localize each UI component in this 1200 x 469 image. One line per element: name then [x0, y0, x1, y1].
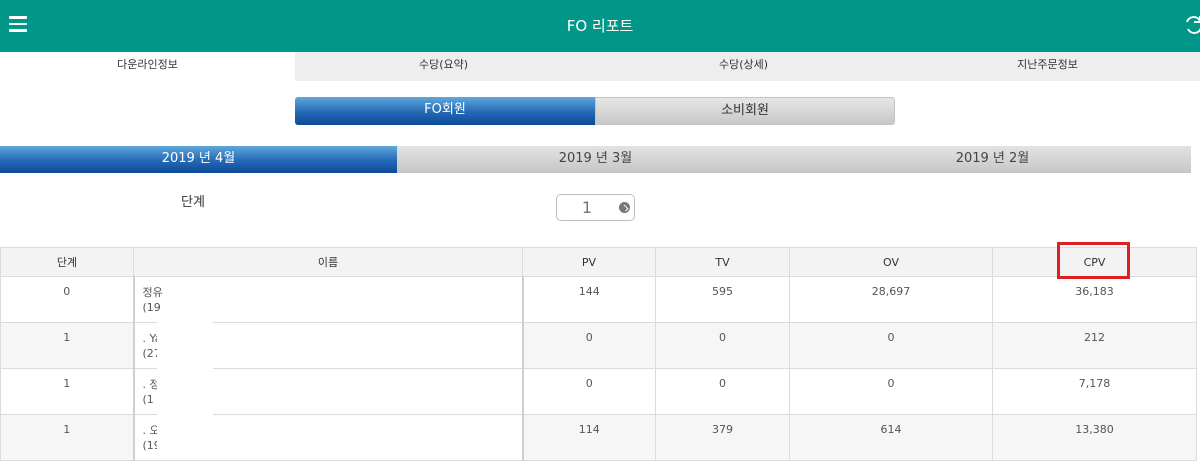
- cell-tv: 0: [655, 368, 790, 415]
- tab-past-orders[interactable]: 지난주문정보: [895, 52, 1200, 81]
- tab-downline-info[interactable]: 다운라인정보: [0, 52, 295, 81]
- cell-ov: 28,697: [789, 276, 993, 323]
- fo-report-page: FO 리포트 다운라인정보 수당(요약) 수당(상세) 지난주문정보 FO회원 …: [0, 0, 1200, 469]
- col-header-level[interactable]: 단계: [0, 247, 134, 277]
- cell-level: 1: [0, 414, 134, 461]
- level-select[interactable]: 1: [556, 194, 635, 221]
- cell-level: 0: [0, 276, 134, 323]
- cell-cpv: 13,380: [992, 414, 1197, 461]
- level-select-value: 1: [581, 198, 593, 217]
- tab-allowance-detail[interactable]: 수당(상세): [592, 52, 895, 81]
- cell-pv: 0: [522, 368, 656, 415]
- cell-tv: 0: [655, 322, 790, 369]
- month-tab-april[interactable]: 2019 년 4월: [0, 146, 397, 173]
- cell-cpv: 36,183: [992, 276, 1197, 323]
- cell-cpv: 212: [992, 322, 1197, 369]
- refresh-icon[interactable]: [1183, 14, 1200, 36]
- cell-level: 1: [0, 322, 134, 369]
- cell-pv: 114: [522, 414, 656, 461]
- cell-pv: 0: [522, 322, 656, 369]
- app-bar: FO 리포트: [0, 0, 1200, 52]
- tab-bar: 다운라인정보 수당(요약) 수당(상세) 지난주문정보: [0, 52, 1200, 81]
- cell-pv: 144: [522, 276, 656, 323]
- cell-level: 1: [0, 368, 134, 415]
- fo-member-toggle[interactable]: FO회원: [295, 97, 595, 125]
- cell-cpv: 7,178: [992, 368, 1197, 415]
- cell-tv: 379: [655, 414, 790, 461]
- consumer-member-toggle[interactable]: 소비회원: [595, 97, 895, 125]
- cpv-highlight-box: [1057, 242, 1130, 279]
- table-header-row: 단계 이름 PV TV OV CPV: [0, 247, 1197, 277]
- redaction-overlay: [157, 322, 213, 454]
- cell-ov: 0: [789, 368, 993, 415]
- col-header-name[interactable]: 이름: [133, 247, 523, 277]
- month-tab-february[interactable]: 2019 년 2월: [794, 146, 1191, 173]
- table-row[interactable]: 0 정유 (19 144 595 28,697 36,183: [0, 276, 1197, 323]
- cell-name[interactable]: 정유 (19: [132, 276, 524, 323]
- cell-ov: 614: [789, 414, 993, 461]
- app-title: FO 리포트: [566, 17, 634, 35]
- member-name: 정유: [142, 286, 163, 299]
- member-id: (19: [142, 301, 161, 314]
- col-header-ov[interactable]: OV: [789, 247, 993, 277]
- month-tab-march[interactable]: 2019 년 3월: [397, 146, 794, 173]
- cell-tv: 595: [655, 276, 790, 323]
- col-header-pv[interactable]: PV: [522, 247, 656, 277]
- chevron-circle-icon[interactable]: [619, 202, 630, 213]
- level-filter-label: 단계: [181, 195, 205, 210]
- cell-ov: 0: [789, 322, 993, 369]
- col-header-tv[interactable]: TV: [655, 247, 790, 277]
- tab-allowance-summary[interactable]: 수당(요약): [295, 52, 592, 81]
